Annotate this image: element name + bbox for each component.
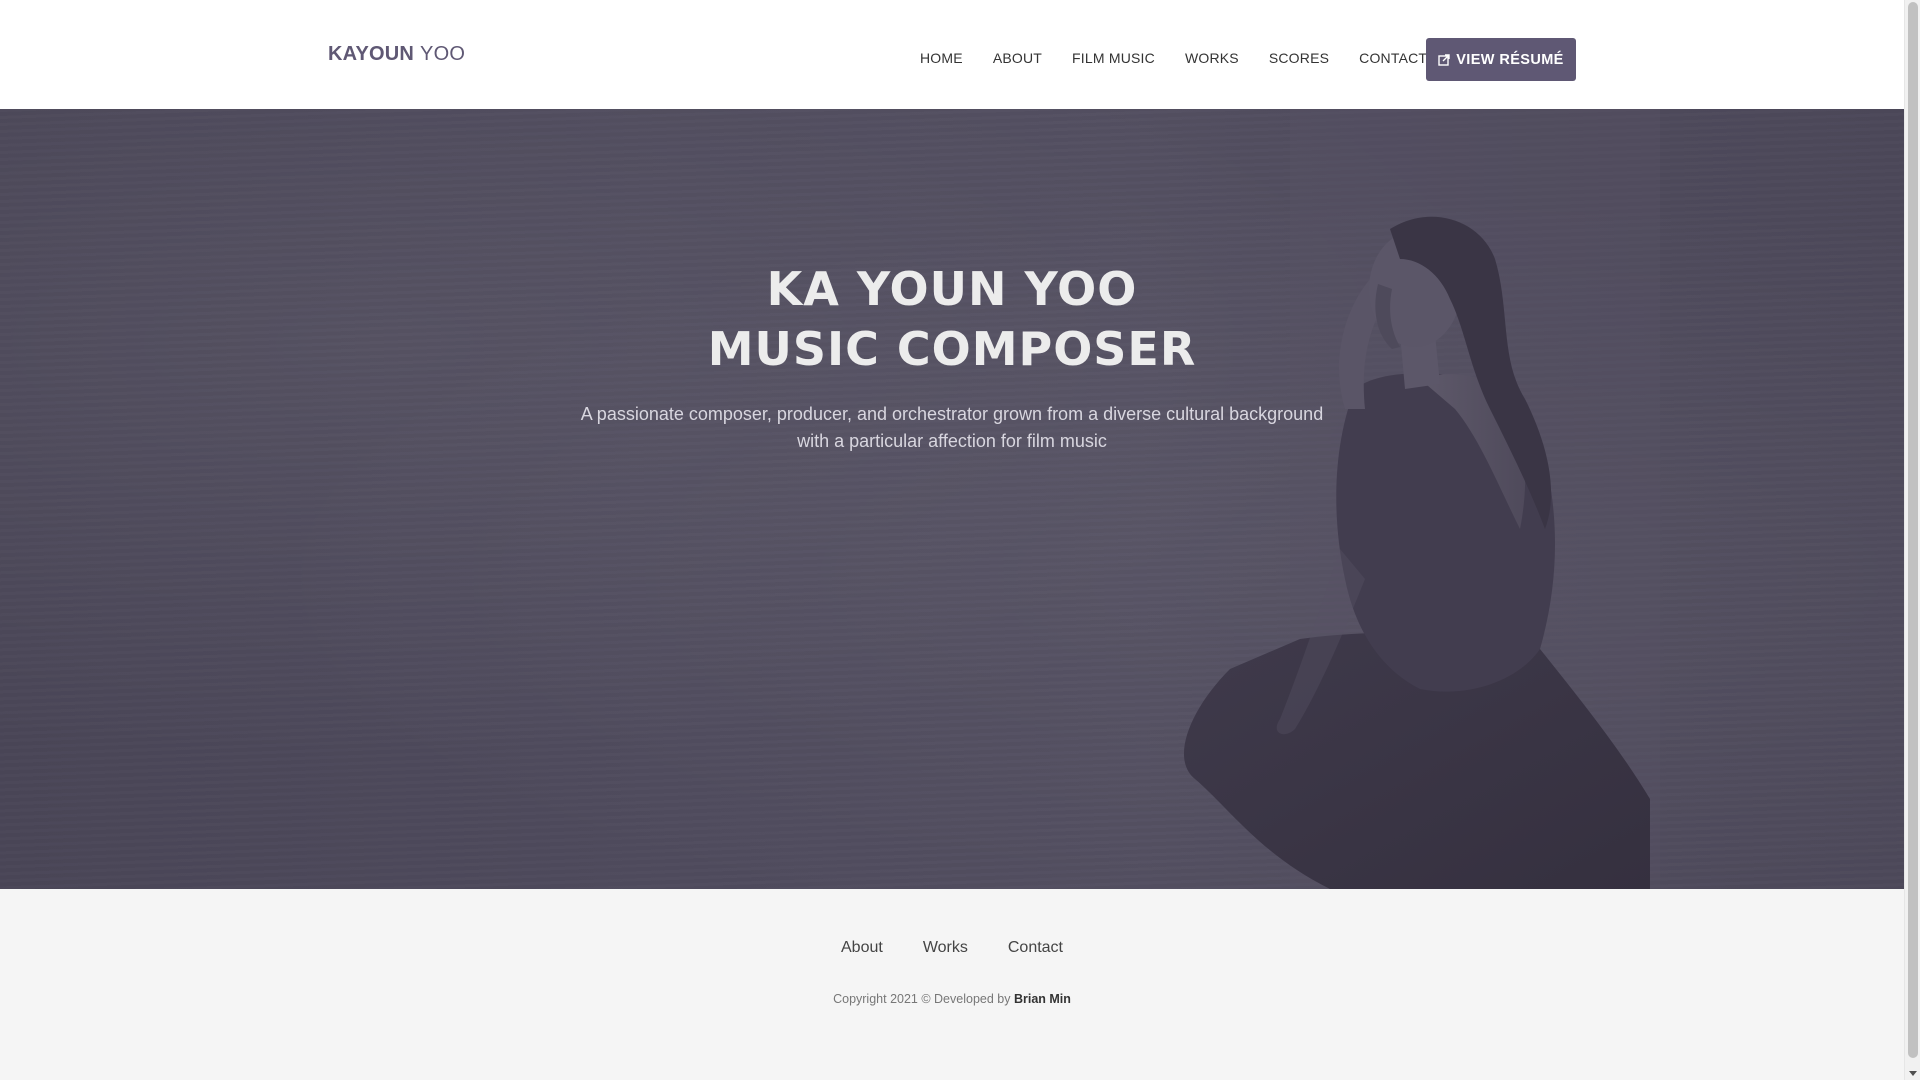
hero-section: KA YOUN YOO MUSIC COMPOSER A passionate … (0, 109, 1904, 889)
footer-link-about[interactable]: About (841, 939, 883, 957)
hero-subtitle-line-2: with a particular affection for film mus… (797, 431, 1107, 451)
nav-item-contact[interactable]: CONTACT (1359, 50, 1427, 66)
copyright-prefix: Copyright 2021 © Developed by (833, 992, 1011, 1006)
external-link-icon (1438, 53, 1450, 66)
footer-link-works[interactable]: Works (923, 939, 968, 957)
nav-item-film-music[interactable]: FILM MUSIC (1072, 50, 1155, 66)
nav-item-works[interactable]: WORKS (1185, 50, 1239, 66)
brand-last-name: YOO (420, 43, 466, 65)
nav-item-home[interactable]: HOME (920, 50, 963, 66)
site-header: KAYOUN YOO HOME ABOUT FILM MUSIC WORKS S… (0, 0, 1904, 109)
hero-subtitle-line-1: A passionate composer, producer, and orc… (580, 404, 1324, 424)
main-nav: HOME ABOUT FILM MUSIC WORKS SCORES CONTA… (920, 50, 1457, 66)
hero-title-name: KA YOUN YOO (766, 262, 1138, 316)
brand-logo[interactable]: KAYOUN YOO (328, 43, 465, 66)
hero-subtitle: A passionate composer, producer, and orc… (0, 401, 1904, 455)
nav-item-scores[interactable]: SCORES (1269, 50, 1329, 66)
brand-first-name: KAYOUN (328, 43, 415, 65)
footer-link-contact[interactable]: Contact (1008, 939, 1063, 957)
scrollbar-thumb[interactable] (1908, 2, 1918, 1058)
page-scrollbar[interactable] (1904, 0, 1920, 1080)
scroll-down-arrow-icon[interactable] (1909, 1071, 1917, 1076)
page: KAYOUN YOO HOME ABOUT FILM MUSIC WORKS S… (0, 0, 1920, 1080)
nav-item-about[interactable]: ABOUT (993, 50, 1042, 66)
footer-nav: About Works Contact (0, 939, 1904, 957)
hero-title-role: MUSIC COMPOSER (707, 322, 1197, 376)
copyright-text: Copyright 2021 © Developed by Brian Min (0, 992, 1904, 1006)
developer-link[interactable]: Brian Min (1014, 992, 1071, 1006)
site-footer: About Works Contact Copyright 2021 © Dev… (0, 889, 1904, 1080)
composer-portrait-image (1183, 109, 1660, 889)
view-resume-label: VIEW RÉSUMÉ (1456, 51, 1564, 68)
view-resume-button[interactable]: VIEW RÉSUMÉ (1426, 38, 1576, 81)
hero-title: KA YOUN YOO MUSIC COMPOSER (0, 259, 1904, 379)
